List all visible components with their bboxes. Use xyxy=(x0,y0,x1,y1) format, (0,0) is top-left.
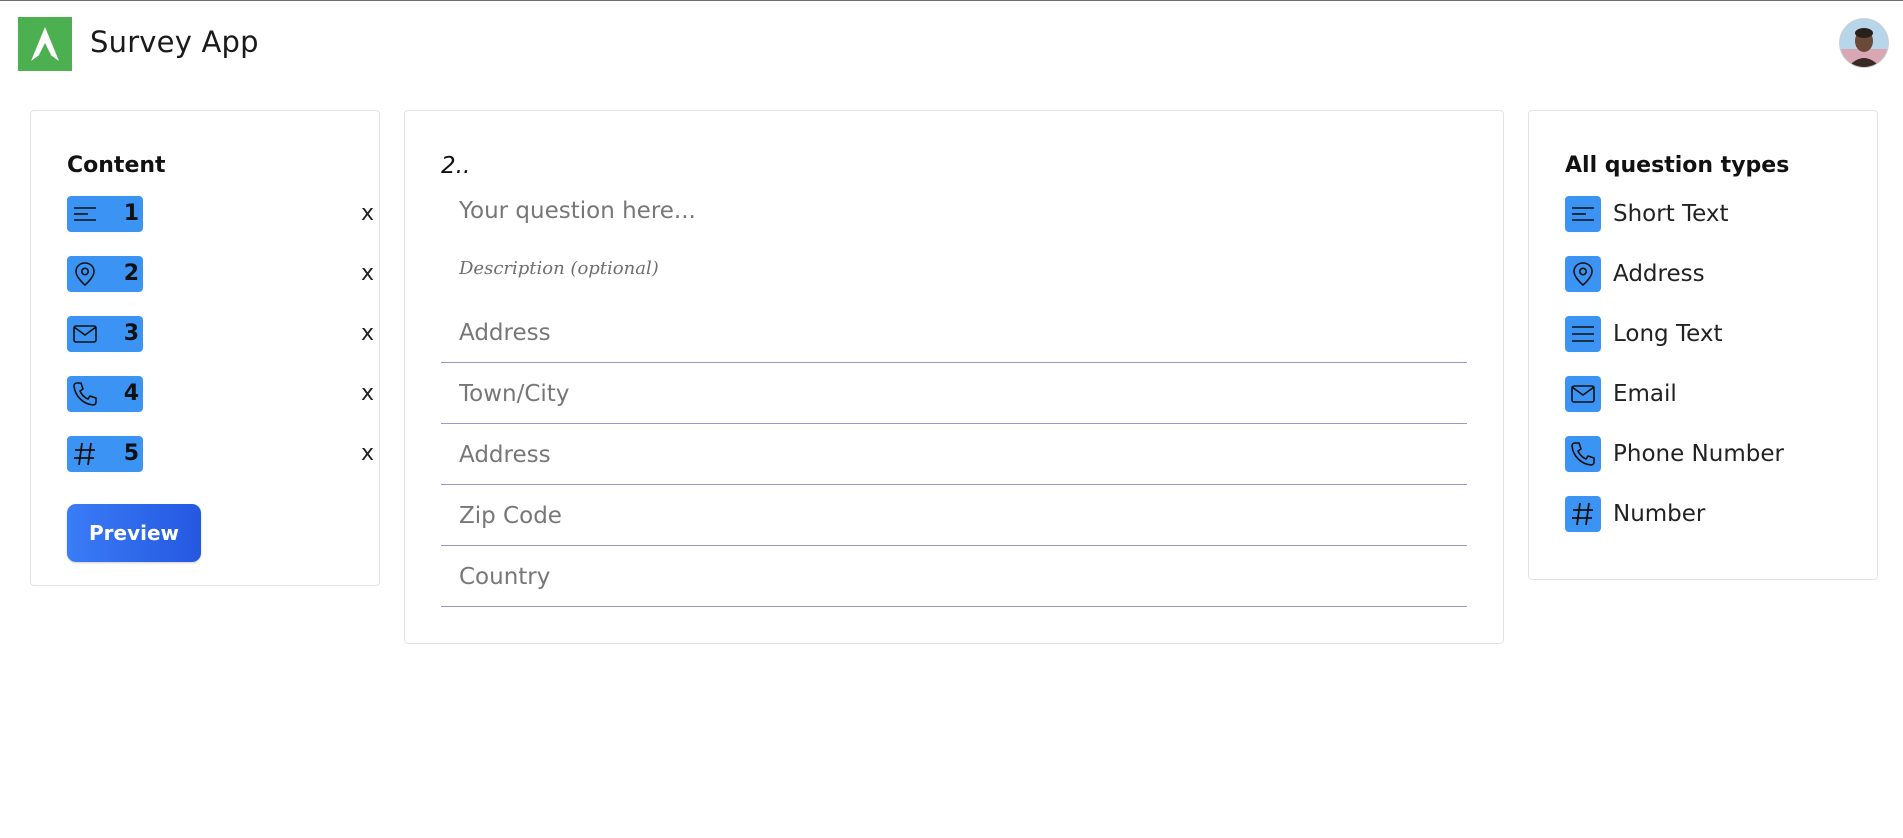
country-field[interactable] xyxy=(441,547,1467,607)
question-types-panel: All question types Short Text Address Lo… xyxy=(1528,110,1878,580)
content-item[interactable]: 3 x xyxy=(67,316,374,352)
question-type-label: Short Text xyxy=(1613,201,1729,227)
long-text-icon xyxy=(1572,326,1594,342)
type-icon-box xyxy=(1565,376,1601,412)
content-item-number: 3 xyxy=(123,321,139,346)
content-chip[interactable]: 2 xyxy=(67,256,143,292)
question-type-short-text[interactable]: Short Text xyxy=(1565,196,1855,234)
avatar-image xyxy=(1840,19,1888,67)
hash-icon xyxy=(1572,502,1593,526)
question-type-address[interactable]: Address xyxy=(1565,256,1855,294)
question-types-title: All question types xyxy=(1565,153,1790,178)
content-item[interactable]: 1 x xyxy=(67,196,374,232)
content-chip[interactable]: 3 xyxy=(67,316,143,352)
question-type-phone-number[interactable]: Phone Number xyxy=(1565,436,1855,474)
remove-item-button[interactable]: x xyxy=(361,320,374,348)
type-icon-box xyxy=(1565,256,1601,292)
content-chip[interactable]: 4 xyxy=(67,376,143,412)
content-panel: Content 1 x 2 x 3 x 4 x 5 x Preview xyxy=(30,110,380,586)
app-header: Survey App xyxy=(0,1,1903,89)
question-type-label: Number xyxy=(1613,501,1706,527)
short-text-icon xyxy=(74,207,96,221)
content-item[interactable]: 4 x xyxy=(67,376,374,412)
type-icon-box xyxy=(1565,196,1601,232)
remove-item-button[interactable]: x xyxy=(361,260,374,288)
content-item-number: 4 xyxy=(123,381,139,406)
question-number: 2.. xyxy=(441,153,471,179)
preview-button[interactable]: Preview xyxy=(67,504,201,562)
content-item-number: 5 xyxy=(123,441,139,466)
content-panel-title: Content xyxy=(67,153,166,178)
user-avatar[interactable] xyxy=(1840,19,1888,67)
type-icon-box xyxy=(1565,496,1601,532)
email-icon xyxy=(1571,385,1595,403)
question-type-label: Long Text xyxy=(1613,321,1723,347)
remove-item-button[interactable]: x xyxy=(361,380,374,408)
type-icon-box xyxy=(1565,316,1601,352)
content-item-number: 2 xyxy=(123,261,139,286)
email-icon xyxy=(73,325,97,343)
remove-item-button[interactable]: x xyxy=(361,200,374,228)
town-city-field[interactable] xyxy=(441,364,1467,424)
question-type-label: Email xyxy=(1613,381,1677,407)
content-chip[interactable]: 1 xyxy=(67,196,143,232)
location-pin-icon xyxy=(75,262,95,287)
phone-icon xyxy=(1571,442,1595,466)
question-type-label: Address xyxy=(1613,261,1705,287)
address-line-1-field[interactable] xyxy=(441,303,1467,363)
description-input[interactable] xyxy=(441,251,1467,285)
zip-code-field[interactable] xyxy=(441,486,1467,546)
phone-icon xyxy=(73,382,97,406)
app-logo[interactable] xyxy=(18,17,72,71)
question-type-label: Phone Number xyxy=(1613,441,1784,467)
question-editor: 2.. xyxy=(404,110,1504,644)
question-type-number[interactable]: Number xyxy=(1565,496,1855,534)
address-line-2-field[interactable] xyxy=(441,425,1467,485)
content-item[interactable]: 5 x xyxy=(67,436,374,472)
question-type-email[interactable]: Email xyxy=(1565,376,1855,414)
app-title: Survey App xyxy=(90,25,259,59)
content-item-number: 1 xyxy=(123,201,139,226)
logo-icon xyxy=(31,27,59,61)
short-text-icon xyxy=(1572,207,1594,221)
question-type-long-text[interactable]: Long Text xyxy=(1565,316,1855,354)
question-input[interactable] xyxy=(441,191,1467,231)
type-icon-box xyxy=(1565,436,1601,472)
hash-icon xyxy=(74,442,95,466)
location-pin-icon xyxy=(1573,262,1593,287)
content-item[interactable]: 2 x xyxy=(67,256,374,292)
remove-item-button[interactable]: x xyxy=(361,440,374,468)
content-chip[interactable]: 5 xyxy=(67,436,143,472)
